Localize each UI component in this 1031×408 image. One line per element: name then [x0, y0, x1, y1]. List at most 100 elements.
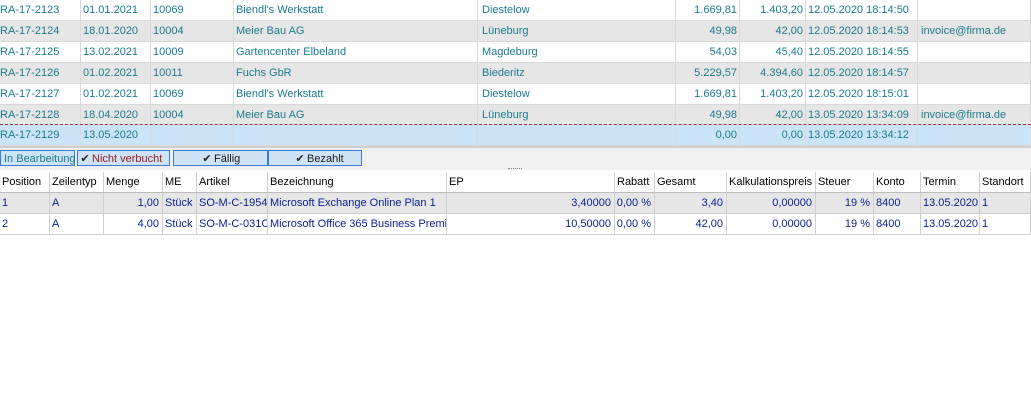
cell-email[interactable]: invoice@firma.de [918, 21, 1031, 42]
cell-standort[interactable]: 1 [980, 193, 1031, 214]
cell-city[interactable]: Lüneburg [478, 21, 676, 42]
cell-email[interactable] [918, 125, 1031, 146]
cell-steuer[interactable]: 19 % [816, 214, 874, 235]
cell-steuer[interactable]: 19 % [816, 193, 874, 214]
status-in-bearbeitung-button[interactable]: In Bearbeitung [0, 150, 76, 166]
cell-gross[interactable]: 49,98 [676, 105, 740, 126]
cell-email[interactable] [918, 63, 1031, 84]
invoice-row-selected[interactable]: RA-17-2129 13.05.2020 0,00 0,00 13.05.20… [0, 125, 1031, 146]
position-row[interactable]: 1 A 1,00 Stück SO-M-C-19541 Microsoft Ex… [0, 193, 1031, 214]
cell-invoice-number[interactable]: RA-17-2127 [0, 84, 81, 105]
cell-invoice-number[interactable]: RA-17-2123 [0, 0, 81, 21]
cell-termin[interactable]: 13.05.2020 [921, 193, 980, 214]
cell-gross[interactable]: 5.229,57 [676, 63, 740, 84]
cell-me[interactable]: Stück [163, 193, 197, 214]
cell-customer-name[interactable]: Biendl's Werkstatt [234, 0, 478, 21]
cell-zeilentyp[interactable]: A [50, 214, 104, 235]
cell-gross[interactable]: 1.669,81 [676, 0, 740, 21]
cell-net[interactable]: 42,00 [740, 105, 806, 126]
invoice-row[interactable]: RA-17-2128 18.04.2020 10004 Meier Bau AG… [0, 105, 1031, 126]
invoice-row[interactable]: RA-17-2124 18.01.2020 10004 Meier Bau AG… [0, 21, 1031, 42]
header-rabatt[interactable]: Rabatt [615, 172, 655, 192]
cell-email[interactable] [918, 84, 1031, 105]
cell-invoice-number[interactable]: RA-17-2129 [0, 125, 81, 146]
cell-konto[interactable]: 8400 [874, 214, 921, 235]
header-position[interactable]: Position [0, 172, 50, 192]
splitter-grip[interactable] [508, 168, 522, 171]
cell-gross[interactable]: 1.669,81 [676, 84, 740, 105]
cell-invoice-number[interactable]: RA-17-2124 [0, 21, 81, 42]
positions-grid[interactable]: Position Zeilentyp Menge ME Artikel Beze… [0, 172, 1031, 408]
cell-gesamt[interactable]: 3,40 [655, 193, 727, 214]
cell-date[interactable]: 01.02.2021 [81, 84, 151, 105]
cell-customer-number[interactable] [151, 125, 234, 146]
invoice-row[interactable]: RA-17-2123 01.01.2021 10069 Biendl's Wer… [0, 0, 1031, 21]
cell-gesamt[interactable]: 42,00 [655, 214, 727, 235]
cell-menge[interactable]: 4,00 [104, 214, 163, 235]
status-bezahlt-button[interactable]: ✔ Bezahlt [268, 150, 362, 166]
header-standort[interactable]: Standort [980, 172, 1031, 192]
cell-email[interactable]: invoice@firma.de [918, 105, 1031, 126]
cell-customer-name[interactable]: Biendl's Werkstatt [234, 84, 478, 105]
cell-menge[interactable]: 1,00 [104, 193, 163, 214]
invoice-row[interactable]: RA-17-2125 13.02.2021 10009 Gartencenter… [0, 42, 1031, 63]
header-gesamt[interactable]: Gesamt [655, 172, 727, 192]
status-nicht-verbucht-button[interactable]: ✔ Nicht verbucht [77, 150, 170, 166]
cell-bezeichnung[interactable]: Microsoft Exchange Online Plan 1 [268, 193, 447, 214]
position-row[interactable]: 2 A 4,00 Stück SO-M-C-031C9 Microsoft Of… [0, 214, 1031, 235]
cell-artikel[interactable]: SO-M-C-19541 [197, 193, 268, 214]
cell-bezeichnung[interactable]: Microsoft Office 365 Business Premium [268, 214, 447, 235]
header-artikel[interactable]: Artikel [197, 172, 268, 192]
cell-artikel[interactable]: SO-M-C-031C9 [197, 214, 268, 235]
cell-net[interactable]: 4.394,60 [740, 63, 806, 84]
cell-customer-number[interactable]: 10004 [151, 105, 234, 126]
header-konto[interactable]: Konto [874, 172, 921, 192]
cell-date[interactable]: 13.05.2020 [81, 125, 151, 146]
cell-timestamp[interactable]: 12.05.2020 18:14:50 [806, 0, 918, 21]
cell-konto[interactable]: 8400 [874, 193, 921, 214]
cell-customer-name[interactable] [234, 125, 478, 146]
cell-city[interactable]: Magdeburg [478, 42, 676, 63]
invoice-row[interactable]: RA-17-2126 01.02.2021 10011 Fuchs GbR Bi… [0, 63, 1031, 84]
cell-net[interactable]: 1.403,20 [740, 0, 806, 21]
invoice-grid[interactable]: RA-17-2123 01.01.2021 10069 Biendl's Wer… [0, 0, 1031, 148]
cell-date[interactable]: 01.01.2021 [81, 0, 151, 21]
header-zeilentyp[interactable]: Zeilentyp [50, 172, 104, 192]
cell-timestamp[interactable]: 12.05.2020 18:14:57 [806, 63, 918, 84]
cell-gross[interactable]: 54,03 [676, 42, 740, 63]
header-ep[interactable]: EP [447, 172, 615, 192]
header-bezeichnung[interactable]: Bezeichnung [268, 172, 447, 192]
header-kalkulationspreis[interactable]: Kalkulationspreis [727, 172, 816, 192]
header-me[interactable]: ME [163, 172, 197, 192]
cell-date[interactable]: 01.02.2021 [81, 63, 151, 84]
cell-standort[interactable]: 1 [980, 214, 1031, 235]
cell-rabatt[interactable]: 0,00 % [615, 214, 655, 235]
cell-gross[interactable]: 0,00 [676, 125, 740, 146]
cell-date[interactable]: 18.04.2020 [81, 105, 151, 126]
cell-ep[interactable]: 3,40000 [447, 193, 615, 214]
cell-timestamp[interactable]: 13.05.2020 13:34:09 [806, 105, 918, 126]
cell-net[interactable]: 45,40 [740, 42, 806, 63]
cell-invoice-number[interactable]: RA-17-2128 [0, 105, 81, 126]
cell-city[interactable]: Biederitz [478, 63, 676, 84]
cell-position[interactable]: 2 [0, 214, 50, 235]
cell-date[interactable]: 18.01.2020 [81, 21, 151, 42]
cell-customer-number[interactable]: 10069 [151, 0, 234, 21]
cell-customer-name[interactable]: Meier Bau AG [234, 105, 478, 126]
cell-kalkulationspreis[interactable]: 0,00000 [727, 214, 816, 235]
cell-position[interactable]: 1 [0, 193, 50, 214]
cell-email[interactable] [918, 0, 1031, 21]
cell-invoice-number[interactable]: RA-17-2125 [0, 42, 81, 63]
cell-net[interactable]: 1.403,20 [740, 84, 806, 105]
cell-customer-name[interactable]: Meier Bau AG [234, 21, 478, 42]
cell-customer-number[interactable]: 10011 [151, 63, 234, 84]
cell-customer-number[interactable]: 10069 [151, 84, 234, 105]
cell-kalkulationspreis[interactable]: 0,00000 [727, 193, 816, 214]
cell-customer-number[interactable]: 10004 [151, 21, 234, 42]
cell-me[interactable]: Stück [163, 214, 197, 235]
header-termin[interactable]: Termin [921, 172, 980, 192]
header-steuer[interactable]: Steuer [816, 172, 874, 192]
cell-ep[interactable]: 10,50000 [447, 214, 615, 235]
cell-customer-name[interactable]: Fuchs GbR [234, 63, 478, 84]
cell-email[interactable] [918, 42, 1031, 63]
